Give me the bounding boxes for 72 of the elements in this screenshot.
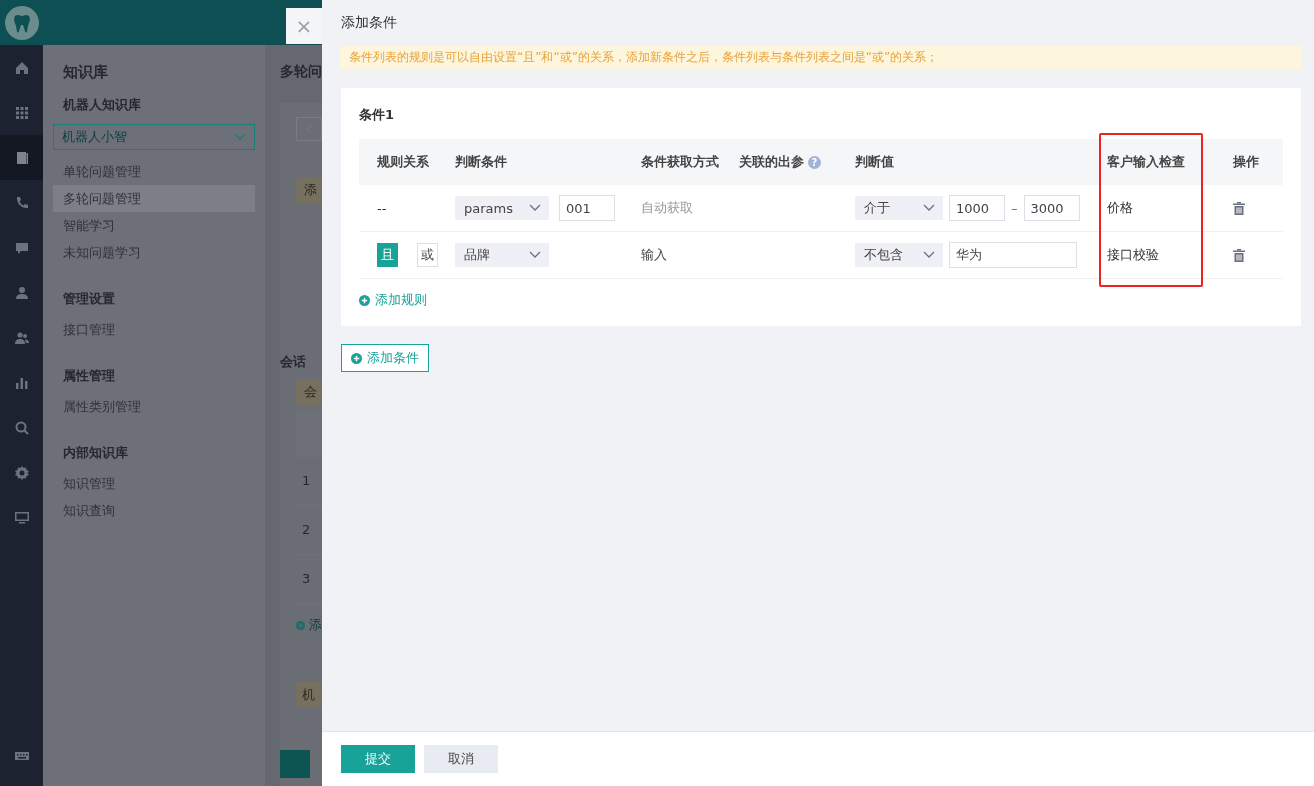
notice-bar: 添 [296, 177, 322, 203]
column-header: 关联的出参 [739, 153, 804, 171]
relation-toggle[interactable]: 且 [377, 243, 398, 267]
group-title: 属性管理 [62, 367, 116, 385]
robot-dropdown[interactable]: 机器人小智 [53, 124, 255, 150]
column-header: 规则关系 [377, 153, 429, 171]
plus-circle-icon [296, 619, 305, 631]
search-icon[interactable] [13, 419, 30, 436]
chevron-icon [529, 204, 541, 212]
drawer-title: 添加条件 [341, 14, 397, 32]
input-field[interactable]: 1000 [949, 195, 1005, 221]
sidebar-item[interactable]: 多轮问题管理 [53, 185, 255, 212]
row-number: 2 [302, 522, 311, 537]
home-icon[interactable] [13, 59, 30, 76]
input-field[interactable]: 001 [559, 195, 615, 221]
users-icon[interactable] [13, 329, 30, 346]
method-text: 输入 [641, 246, 667, 264]
chevron-icon [923, 204, 935, 212]
select-field[interactable]: params [455, 196, 549, 220]
select-field[interactable]: 介于 [855, 196, 943, 220]
help-icon[interactable]: ? [808, 155, 821, 169]
sidebar-item[interactable]: 未知问题学习 [53, 239, 255, 266]
sidebar-title: 知识库 [62, 63, 109, 83]
submit-button[interactable]: 提交 [341, 745, 415, 773]
monitor-icon[interactable] [13, 509, 30, 526]
column-header: 条件获取方式 [641, 153, 719, 171]
page-title: 多轮问 [280, 63, 322, 79]
add-rule-link[interactable]: 添加规则 [359, 291, 427, 309]
check-text: 接口校验 [1107, 246, 1159, 264]
row-number: 3 [302, 571, 311, 586]
condition-title: 条件1 [359, 106, 396, 124]
notice-bar: 条件列表的规则是可以自由设置“且”和“或”的关系，添加新条件之后，条件列表与条件列表之间是“或”的关系； [340, 46, 1301, 69]
chevron-icon [529, 251, 541, 259]
relation-text: -- [377, 200, 387, 216]
range-separator: – [1011, 200, 1018, 216]
sidebar-item[interactable]: 知识查询 [53, 497, 255, 524]
chevron-icon [234, 133, 246, 141]
plus-circle-icon [351, 352, 362, 364]
logo [5, 5, 39, 40]
settings-icon[interactable] [13, 464, 30, 481]
sidebar-item[interactable]: 智能学习 [53, 212, 255, 239]
close-button[interactable]: × [286, 8, 322, 44]
sidebar-item[interactable]: 单轮问题管理 [53, 158, 255, 185]
select-field[interactable]: 品牌 [455, 243, 549, 267]
group-title: 内部知识库 [62, 444, 129, 462]
chevron-icon [923, 251, 935, 259]
column-header: 客户输入检查 [1107, 153, 1185, 171]
sidebar-item[interactable]: 知识管理 [53, 470, 255, 497]
sidebar-item[interactable]: 属性类别管理 [53, 393, 255, 420]
method-text: 自动获取 [641, 199, 693, 217]
group-title: 管理设置 [62, 290, 116, 308]
input-field[interactable]: 3000 [1023, 195, 1080, 221]
section-title: 会话 [280, 353, 307, 371]
relation-toggle[interactable]: 或 [417, 243, 438, 267]
check-text: 价格 [1107, 199, 1133, 217]
column-header: 操作 [1233, 153, 1259, 171]
column-header: 判断条件 [455, 153, 507, 171]
field-value: 机 [296, 682, 322, 708]
column-header: 判断值 [855, 153, 894, 171]
cancel-button[interactable]: 取消 [424, 745, 498, 773]
delete-icon[interactable] [1233, 248, 1245, 262]
row-number: 1 [302, 473, 311, 488]
input-field[interactable]: 华为 [949, 242, 1077, 268]
add-condition-button[interactable]: 添加条件 [341, 344, 429, 372]
add-link[interactable]: 添 [296, 616, 322, 634]
group-title: 机器人知识库 [61, 96, 142, 114]
notice-bar: 会 [296, 379, 322, 405]
plus-circle-icon [359, 294, 370, 306]
select-field[interactable]: 不包含 [855, 243, 943, 267]
delete-icon[interactable] [1233, 201, 1245, 215]
user-icon[interactable] [13, 284, 30, 301]
grid-icon[interactable] [13, 104, 30, 121]
